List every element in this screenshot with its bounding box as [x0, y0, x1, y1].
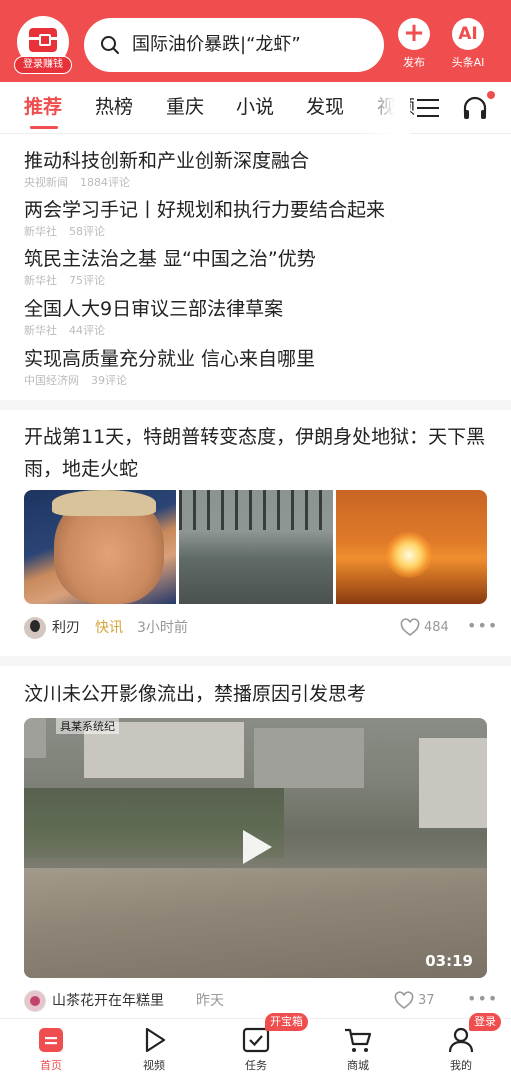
article-time: 昨天 — [196, 993, 224, 1009]
news-title[interactable]: 两会学习手记丨好规划和执行力要结合起来 — [24, 197, 494, 223]
feed-separator — [0, 656, 511, 666]
active-tab-indicator — [30, 126, 58, 129]
news-source: 新华社 — [24, 324, 57, 337]
nav-label: 任务 — [245, 1059, 267, 1072]
nav-home[interactable]: 首页 — [16, 1025, 86, 1073]
nav-label: 我的 — [450, 1059, 472, 1072]
news-comments: 75评论 — [69, 274, 105, 287]
play-icon[interactable] — [240, 828, 274, 866]
toutiao-ai-button[interactable]: AI 头条AI — [444, 18, 492, 72]
feed-separator — [0, 400, 511, 410]
article-title[interactable]: 汶川未公开影像流出，禁播原因引发思考 — [24, 678, 494, 710]
article-time: 3小时前 — [137, 620, 188, 636]
tab-chongqing[interactable]: 重庆 — [166, 94, 204, 120]
nav-label: 视频 — [143, 1059, 165, 1072]
tab-fade — [360, 82, 410, 134]
news-comments: 1884评论 — [80, 176, 130, 189]
ai-label: 头条AI — [451, 56, 485, 69]
nav-label: 商城 — [347, 1059, 369, 1072]
like-count: 484 — [424, 620, 449, 635]
article-image-street — [179, 490, 333, 604]
bottom-nav: 首页 视频 任务 开宝箱 商城 我的 登录 — [0, 1013, 511, 1080]
news-source: 央视新闻 — [24, 176, 68, 189]
article-image-explosion — [336, 490, 487, 604]
video-watermark: 具某系统纪 — [56, 718, 119, 734]
article-image-portrait — [24, 490, 176, 604]
article-footer: 山茶花开在年糕里 昨天 37 ••• — [24, 990, 497, 1016]
news-item[interactable]: 推动科技创新和产业创新深度融合 央视新闻 1884评论 — [24, 148, 494, 190]
article-image-group[interactable] — [24, 490, 487, 604]
toutiao-logo-icon — [29, 28, 57, 52]
home-icon — [36, 1025, 66, 1055]
article-tag: 快讯 — [95, 620, 123, 636]
nav-badge-login: 登录 — [469, 1013, 501, 1031]
nav-profile[interactable]: 我的 登录 — [426, 1013, 501, 1073]
login-earn-tag[interactable]: 登录赚钱 — [14, 56, 72, 74]
news-source: 中国经济网 — [24, 374, 79, 387]
search-icon — [101, 36, 119, 54]
search-bar[interactable]: 国际油价暴跌|“龙虾” — [84, 18, 384, 72]
news-comments: 44评论 — [69, 324, 105, 337]
heart-icon — [394, 991, 414, 1010]
news-title[interactable]: 全国人大9日审议三部法律草案 — [24, 296, 494, 322]
article-footer: 利刃 快讯 3小时前 484 ••• — [24, 617, 497, 643]
news-title[interactable]: 推动科技创新和产业创新深度融合 — [24, 148, 494, 174]
news-source: 新华社 — [24, 225, 57, 238]
nav-label: 首页 — [40, 1059, 62, 1072]
headphone-icon[interactable] — [462, 96, 488, 120]
nav-tasks[interactable]: 任务 开宝箱 — [221, 1013, 308, 1073]
channel-tabs: 推荐 热榜 重庆 小说 发现 视频 — [0, 82, 511, 134]
news-item[interactable]: 两会学习手记丨好规划和执行力要结合起来 新华社 58评论 — [24, 197, 494, 239]
avatar[interactable] — [24, 617, 46, 639]
news-item[interactable]: 筑民主法治之基 显“中国之治”优势 新华社 75评论 — [24, 246, 494, 288]
news-title[interactable]: 实现高质量充分就业 信心来自哪里 — [24, 346, 494, 372]
heart-icon — [400, 618, 420, 637]
publish-button[interactable]: + 发布 — [390, 18, 438, 72]
author-name[interactable]: 山茶花开在年糕里 — [52, 992, 164, 1010]
article-title[interactable]: 开战第11天，特朗普转变态度，伊朗身处地狱：天下黑雨，地走火蛇 — [24, 421, 494, 485]
plus-icon: + — [398, 18, 430, 50]
top-bar: 登录赚钱 国际油价暴跌|“龙虾” + 发布 AI 头条AI — [0, 0, 511, 82]
nav-video[interactable]: 视频 — [119, 1025, 189, 1073]
video-thumbnail[interactable]: 具某系统纪 03:19 — [24, 718, 487, 978]
cart-icon — [343, 1025, 373, 1055]
tab-recommend[interactable]: 推荐 — [24, 94, 62, 120]
more-options-icon[interactable]: ••• — [467, 991, 497, 1010]
play-outline-icon — [139, 1025, 169, 1055]
ai-icon: AI — [452, 18, 484, 50]
news-comments: 58评论 — [69, 225, 105, 238]
notification-dot — [487, 91, 495, 99]
search-hot-query[interactable]: 国际油价暴跌|“龙虾” — [132, 32, 372, 58]
nav-mall[interactable]: 商城 — [323, 1025, 393, 1073]
like-count: 37 — [418, 993, 435, 1008]
avatar[interactable] — [24, 990, 46, 1012]
more-options-icon[interactable]: ••• — [467, 618, 497, 637]
news-title[interactable]: 筑民主法治之基 显“中国之治”优势 — [24, 246, 494, 272]
news-item[interactable]: 实现高质量充分就业 信心来自哪里 中国经济网 39评论 — [24, 346, 494, 388]
tab-discover[interactable]: 发现 — [306, 94, 344, 120]
tab-hot[interactable]: 热榜 — [95, 94, 133, 120]
news-source: 新华社 — [24, 274, 57, 287]
author-name[interactable]: 利刃 — [52, 619, 80, 637]
tab-novel[interactable]: 小说 — [236, 94, 274, 120]
nav-badge-treasure: 开宝箱 — [265, 1013, 308, 1031]
channel-menu-icon[interactable] — [417, 99, 439, 117]
app-logo-button[interactable]: 登录赚钱 — [14, 16, 72, 74]
video-duration: 03:19 — [425, 952, 473, 970]
news-item[interactable]: 全国人大9日审议三部法律草案 新华社 44评论 — [24, 296, 494, 338]
publish-label: 发布 — [403, 56, 425, 69]
news-comments: 39评论 — [91, 374, 127, 387]
